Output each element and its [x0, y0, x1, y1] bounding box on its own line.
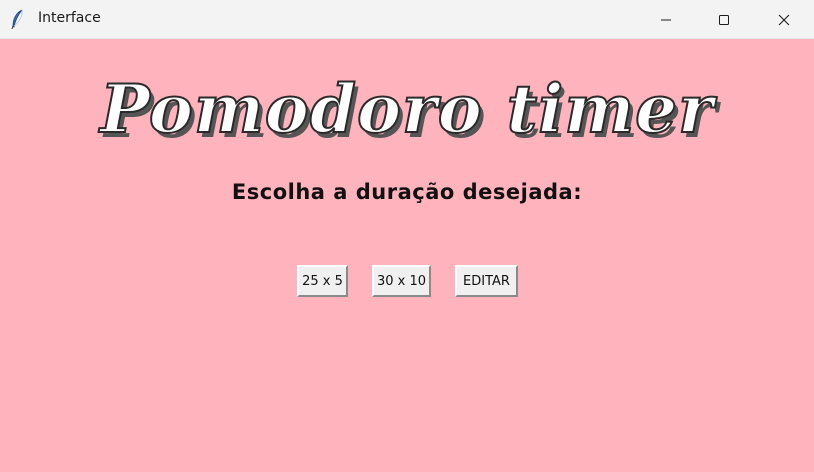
main-content: Pomodoro timer Escolha a duração desejad…	[0, 39, 814, 472]
page-title: Pomodoro timer	[99, 69, 714, 149]
window-title: Interface	[38, 10, 101, 26]
maximize-button[interactable]	[701, 0, 747, 39]
close-icon	[778, 14, 790, 26]
minimize-button[interactable]	[643, 0, 689, 39]
maximize-icon	[718, 14, 730, 26]
option-30x10-button[interactable]: 30 x 10	[372, 265, 431, 297]
minimize-icon	[660, 14, 672, 26]
duration-prompt: Escolha a duração desejada:	[231, 180, 583, 204]
edit-button[interactable]: EDITAR	[455, 265, 518, 297]
feather-icon	[10, 9, 26, 30]
title-bar[interactable]: Interface	[0, 0, 814, 39]
close-button[interactable]	[761, 0, 807, 39]
option-25x5-button[interactable]: 25 x 5	[297, 265, 348, 297]
app-window: Interface Pomodoro timer Escolha a duraç…	[0, 0, 814, 472]
